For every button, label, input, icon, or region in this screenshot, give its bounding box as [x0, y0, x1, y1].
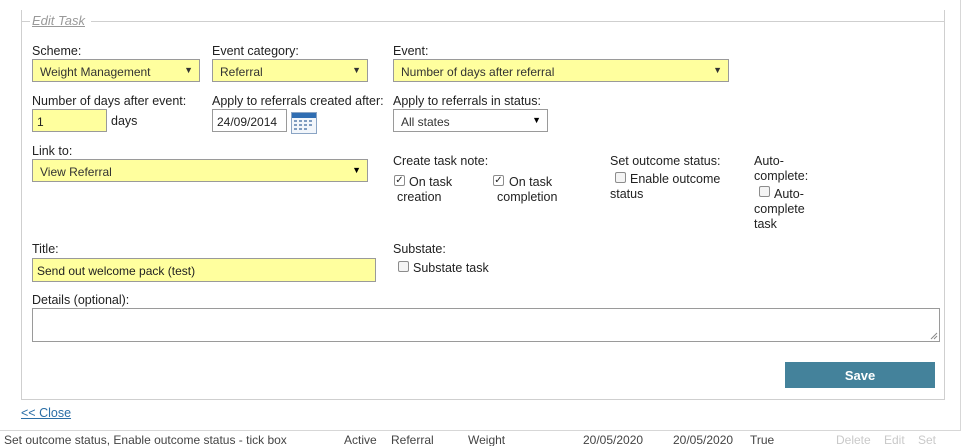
days-after-input[interactable]: 1: [32, 109, 107, 132]
on-completion-label-line2: completion: [497, 190, 558, 204]
auto-complete-label-line2: complete:: [754, 169, 809, 183]
title-input[interactable]: Send out welcome pack (test): [32, 258, 376, 282]
create-task-note-label: Create task note:: [393, 154, 489, 168]
apply-status-value: All states: [401, 115, 450, 129]
scheme-label: Scheme:: [32, 44, 82, 58]
bg-cell-flag: True: [750, 433, 775, 446]
chevron-down-icon: ▼: [532, 115, 541, 125]
resize-handle-icon[interactable]: [930, 332, 938, 340]
chevron-down-icon: ▼: [352, 165, 361, 175]
days-unit-label: days: [111, 114, 138, 128]
save-button[interactable]: Save: [785, 362, 935, 388]
calendar-icon[interactable]: [291, 112, 317, 134]
event-category-label: Event category:: [212, 44, 299, 58]
on-creation-label-line1: On task: [409, 175, 453, 189]
auto-complete-text-line3: task: [754, 217, 777, 231]
days-after-label: Number of days after event:: [32, 94, 187, 108]
created-after-date-input[interactable]: 24/09/2014: [212, 109, 287, 132]
fieldset-top-border: [21, 21, 945, 22]
bg-delete-link[interactable]: Delete: [836, 433, 871, 446]
substate-checkbox-label: Substate task: [413, 261, 489, 275]
auto-complete-text-line2: complete: [754, 202, 805, 216]
auto-complete-label-line1: Auto-: [754, 154, 784, 168]
enable-outcome-label-line1: Enable outcome: [630, 172, 721, 186]
title-label: Title:: [32, 242, 59, 256]
close-link[interactable]: << Close: [21, 406, 71, 420]
scheme-select[interactable]: Weight Management ▼: [32, 59, 200, 82]
edit-task-legend: Edit Task: [32, 13, 85, 28]
link-to-label: Link to:: [32, 144, 73, 158]
chevron-down-icon: ▼: [713, 65, 722, 75]
event-label: Event:: [393, 44, 429, 58]
bg-edit-link[interactable]: Edit: [884, 433, 905, 446]
chevron-down-icon: ▼: [184, 65, 193, 75]
bg-cell-date1: 20/05/2020: [583, 433, 644, 446]
event-select[interactable]: Number of days after referral ▼: [393, 59, 729, 82]
bg-set-link[interactable]: Set: [918, 433, 936, 446]
bg-cell-description: Set outcome status, Enable outcome statu…: [4, 433, 287, 446]
event-category-value: Referral: [220, 65, 263, 79]
bg-cell-category: Referral: [391, 433, 434, 446]
bg-cell-scheme: Weight: [468, 433, 506, 446]
edit-task-modal: Edit Task Scheme: Weight Management ▼ Ev…: [0, 0, 961, 431]
bg-cell-date2: 20/05/2020: [673, 433, 734, 446]
set-outcome-status-label: Set outcome status:: [610, 154, 721, 168]
apply-status-label: Apply to referrals in status:: [393, 94, 541, 108]
on-creation-checkbox[interactable]: ✓: [394, 175, 405, 186]
enable-outcome-label-line2: status: [610, 187, 644, 201]
substate-label: Substate:: [393, 242, 446, 256]
event-category-select[interactable]: Referral ▼: [212, 59, 368, 82]
on-completion-checkbox[interactable]: ✓: [493, 175, 504, 186]
enable-outcome-checkbox[interactable]: [615, 172, 626, 183]
on-creation-label-line2: creation: [397, 190, 442, 204]
link-to-select[interactable]: View Referral ▼: [32, 159, 368, 182]
apply-status-select[interactable]: All states ▼: [393, 109, 548, 132]
details-textarea[interactable]: [32, 308, 940, 342]
link-to-value: View Referral: [40, 165, 112, 179]
scheme-value: Weight Management: [40, 65, 151, 79]
auto-complete-checkbox[interactable]: [759, 186, 770, 197]
on-completion-label-line1: On task: [509, 175, 553, 189]
chevron-down-icon: ▼: [352, 65, 361, 75]
auto-complete-text-line1: Auto-: [774, 187, 804, 201]
bg-cell-status: Active: [344, 433, 377, 446]
substate-checkbox[interactable]: [398, 261, 409, 272]
background-table-row: Set outcome status, Enable outcome statu…: [0, 431, 970, 446]
apply-created-after-label: Apply to referrals created after:: [212, 94, 384, 108]
details-label: Details (optional):: [32, 293, 130, 307]
event-value: Number of days after referral: [401, 65, 555, 79]
